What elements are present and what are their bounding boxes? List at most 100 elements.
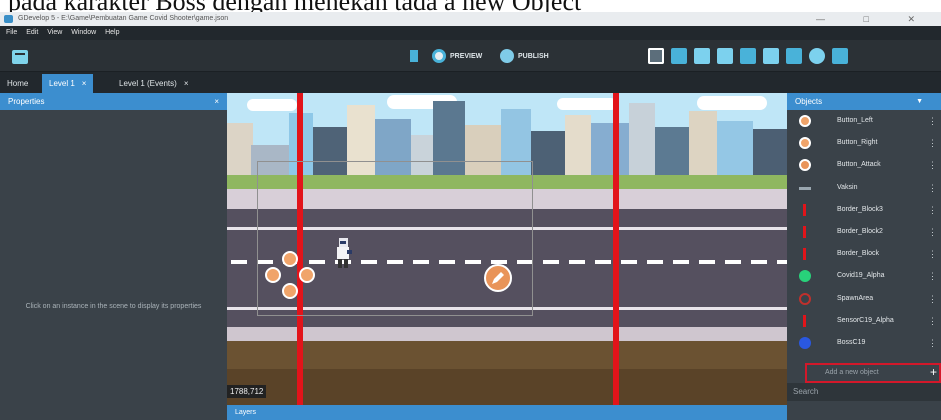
object-item[interactable]: SpawnArea ⋮ (787, 288, 941, 310)
arrow-up-icon[interactable] (282, 251, 298, 267)
add-new-object-button[interactable]: Add a new object + (805, 363, 941, 383)
close-icon[interactable]: × (184, 79, 189, 88)
arrow-left-icon[interactable] (265, 267, 281, 283)
window-controls[interactable]: — □ ✕ (816, 12, 933, 26)
object-item[interactable]: BossC19 ⋮ (787, 332, 941, 354)
object-item[interactable]: SensorC19_Alpha ⋮ (787, 310, 941, 332)
instances-list-icon[interactable] (717, 48, 733, 64)
red-bar-icon (803, 248, 806, 261)
tab-home[interactable]: Home (0, 74, 35, 93)
border-block-instance[interactable] (613, 93, 619, 405)
objects-list: Button_Left ⋮ Button_Right ⋮ Button_Attack ⋮ V… (787, 110, 941, 354)
cursor-coordinates: 1788,712 (227, 385, 267, 398)
object-item[interactable]: Border_Block2 ⋮ (787, 221, 941, 243)
building (629, 103, 655, 185)
edit-scene-properties-icon[interactable] (763, 48, 779, 64)
layers-panel-icon[interactable] (740, 48, 756, 64)
properties-panel-icon[interactable] (694, 48, 710, 64)
player-character[interactable] (334, 236, 352, 270)
more-options-icon[interactable]: ⋮ (928, 132, 937, 154)
window-mask-icon[interactable] (832, 48, 848, 64)
object-item[interactable]: Border_Block ⋮ (787, 243, 941, 265)
object-name: Border_Block2 (837, 227, 883, 235)
chevron-down-icon[interactable]: ▼ (916, 93, 923, 110)
redo-icon[interactable] (648, 48, 664, 64)
tab-level-1-events-label: Level 1 (Events) (119, 79, 177, 88)
more-options-icon[interactable]: ⋮ (928, 110, 937, 132)
arrow-down-icon[interactable] (282, 283, 298, 299)
object-item[interactable]: Vaksin ⋮ (787, 177, 941, 199)
close-icon[interactable]: × (214, 93, 219, 110)
close-icon[interactable]: × (82, 79, 87, 88)
more-options-icon[interactable]: ⋮ (928, 265, 937, 287)
road-dash (725, 260, 741, 264)
debug-button[interactable] (410, 48, 430, 64)
menu-edit[interactable]: Edit (26, 29, 38, 36)
cloud (247, 99, 297, 111)
more-options-icon[interactable]: ⋮ (928, 288, 937, 310)
more-options-icon[interactable]: ⋮ (928, 243, 937, 265)
pencil-icon (492, 272, 504, 284)
objects-search-input[interactable]: Search (787, 383, 941, 401)
road-dash (777, 260, 787, 264)
objects-panel: Objects ▼ Button_Left ⋮ Button_Right ⋮ Butto… (787, 93, 941, 420)
pencil-icon (799, 159, 811, 172)
plus-icon[interactable]: + (930, 364, 937, 380)
scene-editor-canvas[interactable]: 1788,712 (227, 93, 787, 405)
object-item[interactable]: Border_Block3 ⋮ (787, 199, 941, 221)
red-bar-icon (803, 225, 806, 238)
object-item[interactable]: Covid19_Alpha ⋮ (787, 265, 941, 287)
more-options-icon[interactable]: ⋮ (928, 332, 937, 354)
road-dash (751, 260, 767, 264)
more-options-icon[interactable]: ⋮ (928, 221, 937, 243)
properties-header: Properties × (0, 93, 227, 110)
more-options-icon[interactable]: ⋮ (928, 177, 937, 199)
road-dash (647, 260, 663, 264)
tab-level-1[interactable]: Level 1 × (42, 74, 94, 93)
object-name: SpawnArea (837, 294, 874, 302)
attack-button-instance[interactable] (484, 264, 512, 292)
arrow-left-icon (799, 115, 811, 127)
publish-button[interactable]: PUBLISH (500, 48, 549, 64)
project-manager-icon[interactable] (12, 50, 28, 64)
window-titlebar: GDevelop 5 - E:\Game\Pembuatan Game Covi… (0, 12, 941, 26)
menu-window[interactable]: Window (71, 29, 96, 36)
tab-level-1-label: Level 1 (49, 79, 75, 88)
more-options-icon[interactable]: ⋮ (928, 310, 937, 332)
properties-panel: Properties × Click on an instance in the… (0, 93, 227, 420)
object-item[interactable]: Button_Left ⋮ (787, 110, 941, 132)
cloud (697, 96, 767, 110)
target-icon (799, 292, 811, 305)
objects-title: Objects (795, 97, 823, 106)
menu-file[interactable]: File (6, 29, 17, 36)
publish-label: PUBLISH (518, 52, 549, 60)
arrow-right-icon (799, 137, 811, 150)
zoom-icon[interactable] (809, 48, 825, 64)
object-item[interactable]: Button_Right ⋮ (787, 132, 941, 154)
layers-panel-header[interactable]: Layers (227, 405, 787, 420)
object-name: Button_Right (837, 139, 878, 147)
main-toolbar: PREVIEW PUBLISH (0, 40, 941, 72)
movement-buttons[interactable] (265, 251, 315, 301)
preview-button[interactable]: PREVIEW (432, 48, 482, 64)
menu-help[interactable]: Help (105, 29, 119, 36)
editor-tools (648, 48, 855, 64)
more-options-icon[interactable]: ⋮ (928, 199, 937, 221)
road-dash (595, 260, 611, 264)
menu-bar: File Edit View Window Help (0, 26, 941, 40)
tab-level-1-events[interactable]: Level 1 (Events) × (112, 74, 195, 93)
object-groups-icon[interactable] (671, 48, 687, 64)
tab-home-label: Home (7, 79, 29, 88)
object-item[interactable]: Button_Attack ⋮ (787, 154, 941, 176)
more-options-icon[interactable]: ⋮ (928, 154, 937, 176)
road-dash (699, 260, 715, 264)
syringe-icon (799, 186, 811, 190)
cloud (557, 98, 617, 110)
arrow-right-icon[interactable] (299, 267, 315, 283)
gdevelop-app-icon (4, 15, 13, 23)
properties-empty-message: Click on an instance in the scene to dis… (25, 303, 202, 310)
grid-icon[interactable] (786, 48, 802, 64)
menu-view[interactable]: View (47, 29, 62, 36)
object-name: Button_Left (837, 117, 873, 124)
debug-icon (410, 50, 418, 62)
